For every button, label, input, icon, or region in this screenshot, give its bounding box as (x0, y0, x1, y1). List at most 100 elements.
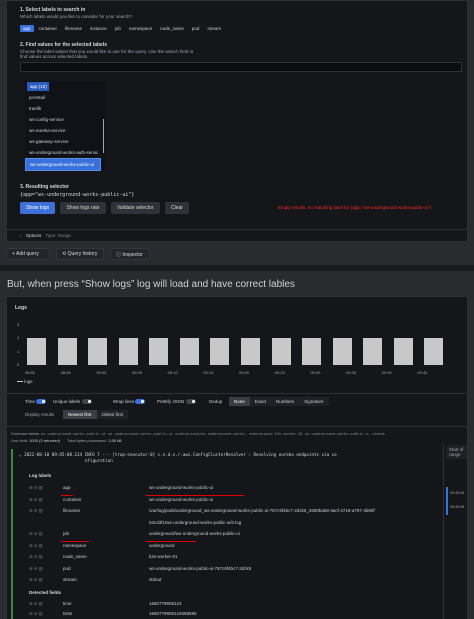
log-label-key: pod (63, 565, 71, 571)
log-label-key: node_name (63, 554, 87, 559)
label-chip-job[interactable]: job (112, 25, 124, 32)
label-chip-instance[interactable]: instance (87, 25, 110, 32)
wrap-lines-switch[interactable] (135, 399, 146, 405)
query-history-label: Query history (67, 251, 98, 257)
list-scrollbar[interactable] (103, 119, 104, 153)
add-query-button[interactable]: + Add query (6, 248, 50, 260)
unique-labels-toggle[interactable]: Unique labels (53, 399, 92, 405)
newest-first-button[interactable]: Newest first (63, 410, 97, 419)
volume-bar (271, 338, 291, 365)
underline-namespace-value (146, 541, 196, 542)
y-tick-label: 3 (17, 322, 20, 327)
label-chip-container[interactable]: container (36, 25, 61, 32)
filter-icons[interactable]: ⊕⊖▥ (29, 566, 44, 572)
value-item-ws-gateway-service[interactable]: ws-gateway-service (25, 136, 101, 147)
filter-icons[interactable]: ⊕⊖▥ (29, 611, 44, 617)
show-logs-rate-button[interactable]: Show logs rate (60, 202, 106, 214)
volume-bar (88, 338, 108, 365)
oldest-first-button[interactable]: Oldest first (96, 410, 129, 419)
label-chip-pod[interactable]: pod (189, 25, 203, 32)
options-value: Type: Range (45, 233, 72, 238)
y-tick-label: 0 (17, 362, 20, 367)
filter-icons[interactable]: ⊕⊖▥ (29, 543, 44, 549)
dedup-none[interactable]: None (229, 397, 250, 406)
value-item-ws-eureka-service[interactable]: ws-eureka-service (25, 125, 101, 136)
log-label-value: underground/ws-underground-works-public-… (149, 531, 240, 536)
value-item-ws-config-service[interactable]: ws-config-service (25, 114, 101, 125)
log-label-value: /var/log/pods/underground_ws-underground… (149, 508, 375, 513)
wrap-lines-toggle[interactable]: Wrap lines (113, 399, 146, 405)
options-row[interactable]: › Options Type: Range (20, 233, 71, 238)
x-tick-label: 08:55 (60, 370, 71, 375)
filter-icons[interactable]: ⊕⊖▥ (29, 554, 44, 560)
label-values-list[interactable]: app (10) promtail traefik ws-config-servic… (25, 81, 105, 171)
dedup-numbers[interactable]: Numbers (271, 397, 300, 406)
value-item-ws-underground-works-auth-servic[interactable]: ws-underground-works-auth-servic (25, 147, 101, 158)
filter-icons[interactable]: ⊕⊖▥ (29, 508, 44, 514)
volume-bar (27, 338, 46, 365)
step1-subtitle: Which labels would you like to consider … (20, 14, 133, 19)
log-entry[interactable]: ⌄ 2022-08-18 09:45:08.124 INFO 7 --- [tr… (11, 449, 439, 619)
x-tick-label: 08:50 (25, 370, 36, 375)
show-logs-button[interactable]: Show logs (20, 202, 56, 214)
label-chip-namespace[interactable]: namespace (126, 25, 155, 32)
value-item-traefik[interactable]: traefik (25, 103, 101, 114)
label-value-search-input[interactable] (20, 62, 462, 72)
value-item-ws-underground-works-public-ui[interactable]: ws-underground-works-public-ui (25, 158, 101, 171)
underline-namespace-key (61, 541, 89, 542)
clear-button[interactable]: Clear (164, 202, 189, 214)
range-tick-1: 09:45:06 (450, 491, 464, 495)
detected-field-key: time (63, 601, 72, 606)
volume-bar (179, 338, 199, 365)
info-icon: ⓘ (116, 252, 122, 258)
volume-bar (393, 338, 413, 365)
validate-selector-button[interactable]: Validate selector (110, 202, 160, 214)
volume-bar (302, 338, 322, 365)
prettify-json-toggle[interactable]: Prettify JSON (157, 399, 196, 405)
label-chip-stream[interactable]: stream (204, 25, 224, 32)
time-switch[interactable] (36, 399, 47, 405)
empty-results-error: Empty results, no matching label for {ap… (278, 205, 432, 210)
filter-icons[interactable]: ⊕⊖▥ (29, 485, 44, 491)
inspector-button[interactable]: ⓘ Inspector (110, 248, 150, 260)
x-tick-label: 09:40 (381, 370, 392, 375)
label-chip-node-name[interactable]: node_name (157, 25, 187, 32)
logs-volume-chart: 3 2 1 0 08:50 08:55 09:00 09:05 09:10 09:15 09:20 0… (17, 322, 457, 375)
log-label-value: ws-underground-works-public-ui (149, 496, 214, 502)
step2-title: 2. Find values for the selected labels (20, 42, 107, 48)
volume-bar (149, 338, 169, 365)
log-label-value: ws-underground-works-public-ui (149, 485, 214, 490)
dedup-exact[interactable]: Exact (249, 397, 272, 406)
log-label-value: ws-underground-works-public-ui-767c9f4bc… (149, 565, 252, 571)
y-tick-label: 2 (17, 335, 20, 341)
query-history-button[interactable]: ⟲ Query history (56, 248, 104, 260)
log-labels-title: Log labels (29, 473, 52, 478)
unique-labels-switch[interactable] (81, 399, 92, 405)
line-limit-label: Line limit: (11, 438, 28, 443)
log-label-key: stream (63, 577, 77, 582)
prettify-json-switch[interactable] (185, 399, 196, 405)
history-icon: ⟲ (62, 251, 67, 257)
common-labels-values: ws-underground-works-public-ui ws-underg… (41, 432, 386, 436)
volume-bar (332, 338, 352, 365)
label-chip-app[interactable]: app (20, 25, 34, 32)
logs-panel: Logs 3 2 1 0 08:50 08:55 09:00 09:05 09:10 09:15 0… (6, 296, 468, 619)
detected-fields-title: Detected fields (29, 590, 62, 595)
volume-bar (210, 338, 230, 365)
filter-icons[interactable]: ⊕⊖▥ (29, 601, 44, 607)
value-item-promtail[interactable]: promtail (25, 92, 101, 103)
collapse-icon[interactable]: ⌄ (19, 452, 22, 457)
filter-icons[interactable]: ⊕⊖▥ (29, 497, 44, 503)
filter-icons[interactable]: ⊕⊖▥ (29, 531, 44, 537)
x-tick-label: 09:00 (96, 370, 107, 375)
time-toggle[interactable]: Time (25, 399, 47, 405)
dedup-signature[interactable]: Signature (299, 397, 329, 406)
x-tick-label: 09:30 (310, 370, 321, 375)
label-chip-filename[interactable]: filename (62, 25, 85, 32)
value-items: promtail traefik ws-config-service ws-eurek… (25, 92, 105, 171)
list-header-app[interactable]: app (10) (27, 82, 49, 91)
y-tick-label: 1 (17, 348, 20, 354)
log-label-value: k3s-worker-01 (149, 554, 178, 559)
log-line-1: 2022-08-18 09:45:08.124 INFO 7 --- [trap… (24, 452, 337, 457)
filter-icons[interactable]: ⊕⊖▥ (29, 577, 44, 583)
